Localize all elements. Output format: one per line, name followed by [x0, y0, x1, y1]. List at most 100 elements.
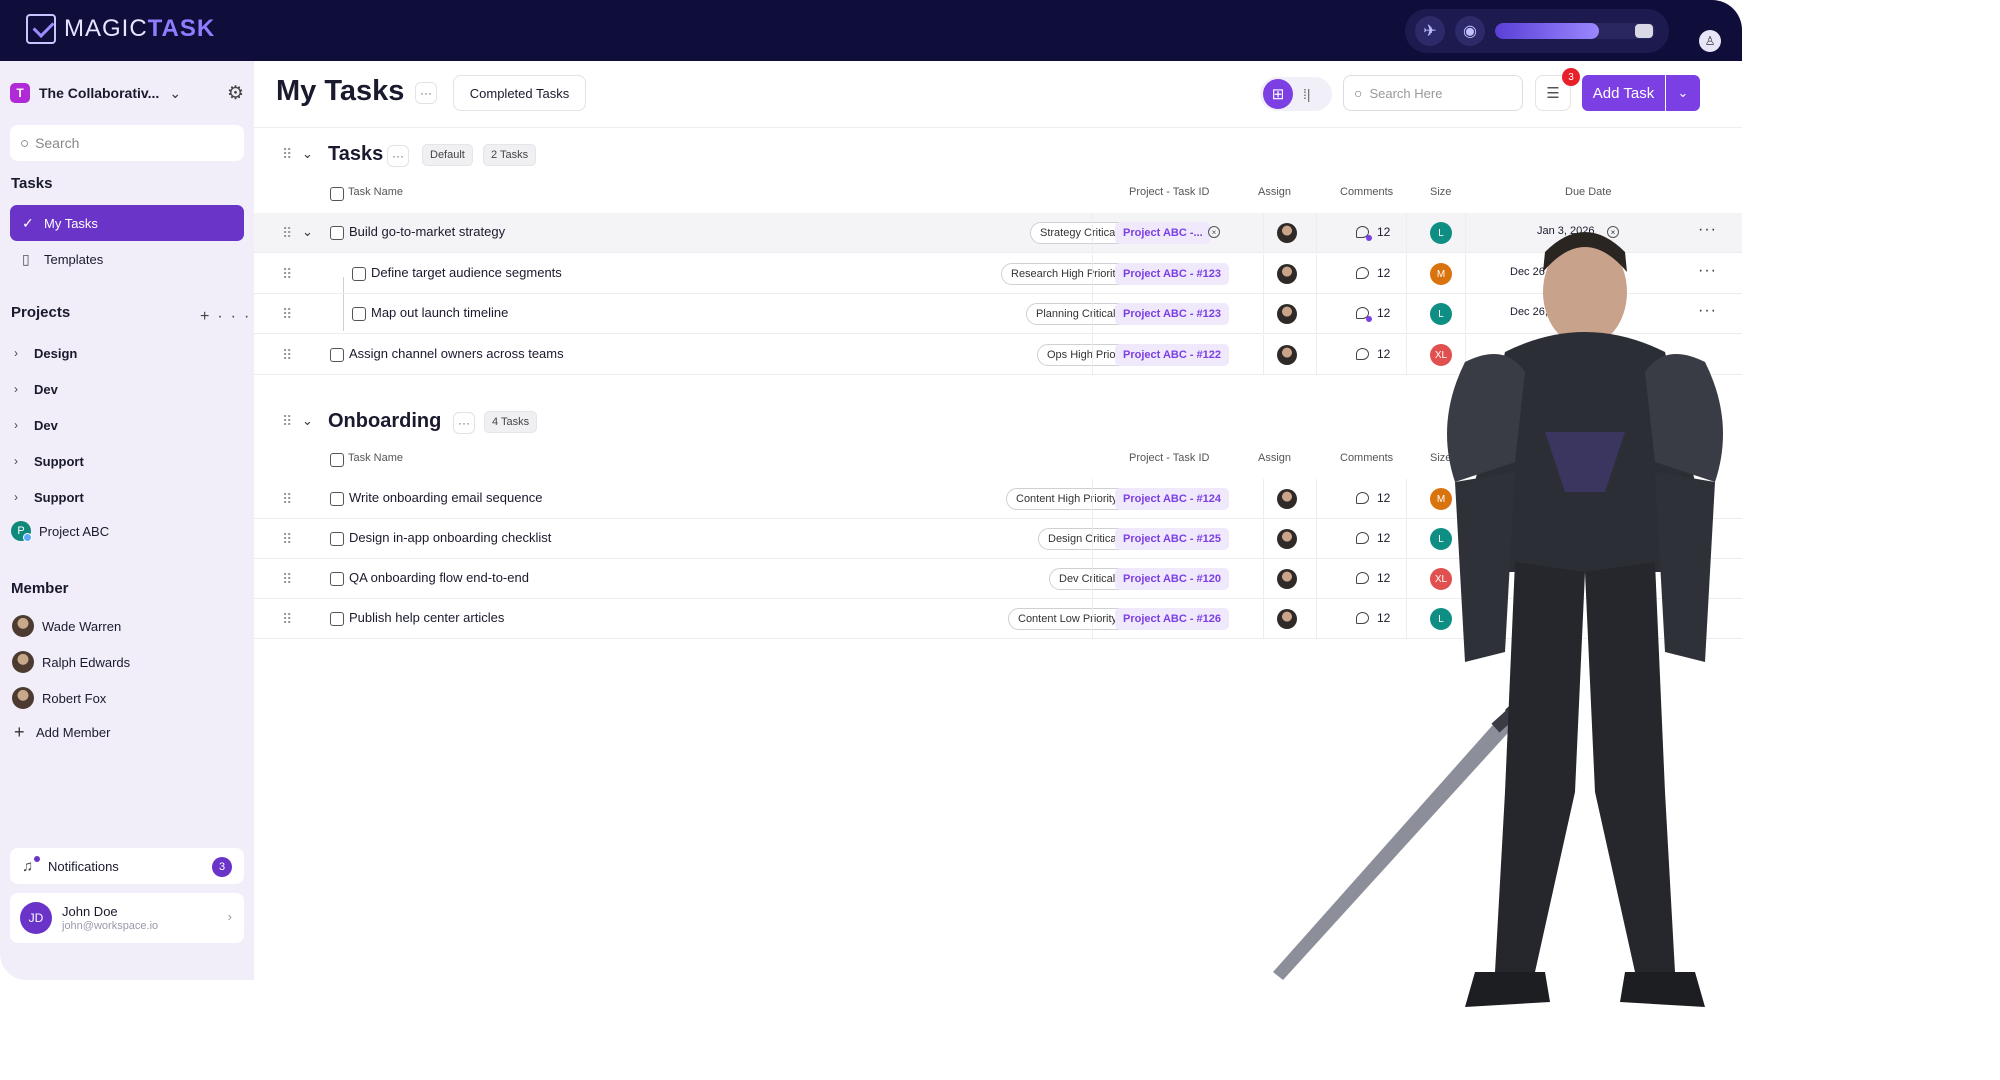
member-heading: Member — [11, 580, 69, 597]
notifications-button[interactable]: ♫ Notifications 3 — [10, 848, 244, 884]
workspace-switcher[interactable]: T The Collaborativ... ⌄ ⚙ — [10, 79, 244, 107]
col-project: Project - Task ID — [1129, 186, 1210, 198]
sidebar-item-project-abc[interactable]: P Project ABC — [11, 519, 109, 543]
project-id-pill[interactable]: Project ABC - #125 — [1115, 528, 1230, 550]
user-profile-card[interactable]: JD John Doe john@workspace.io › — [10, 893, 244, 943]
section-more-button[interactable]: ··· — [387, 145, 409, 167]
project-id-pill[interactable]: Project ABC - #123 — [1115, 303, 1230, 325]
armor-body — [1447, 232, 1723, 1007]
row-checkbox[interactable] — [352, 307, 366, 321]
col-comments: Comments — [1340, 186, 1394, 198]
select-all-checkbox[interactable] — [330, 187, 344, 201]
chevron-down-icon[interactable]: ⌄ — [302, 413, 313, 429]
column-divider — [1263, 213, 1264, 253]
column-divider — [1263, 559, 1264, 599]
top-bar: MAGICTASK ✈ ◉ ♙ — [0, 0, 1742, 61]
row-checkbox[interactable] — [330, 612, 344, 626]
board-view-icon[interactable]: ⁞| — [1303, 86, 1311, 102]
plus-icon[interactable]: + — [200, 308, 217, 325]
project-id-pill[interactable]: Project ABC - #124 — [1115, 488, 1230, 510]
drag-handle-icon[interactable]: ⠿ — [282, 348, 292, 362]
col-assign: Assign — [1258, 186, 1292, 198]
column-divider — [1092, 254, 1093, 294]
drag-handle-icon[interactable]: ⠿ — [282, 414, 292, 428]
project-id-pill[interactable]: Project ABC - #122 — [1115, 344, 1230, 366]
drag-handle-icon[interactable]: ⠿ — [282, 307, 292, 321]
drag-handle-icon[interactable]: ⠿ — [282, 226, 292, 240]
avatar — [12, 651, 34, 673]
remove-project-icon[interactable]: × — [1208, 226, 1220, 238]
more-icon[interactable]: ··· — [217, 308, 257, 325]
workspace-name: The Collaborativ... — [39, 85, 160, 101]
section-header-tasks: ⠿ ⌄ Tasks ··· Default 2 Tasks — [254, 138, 854, 168]
col-due-date: Due Date — [1565, 186, 1612, 198]
task-name[interactable]: Write onboarding email sequence — [349, 490, 542, 505]
select-all-checkbox[interactable] — [330, 453, 344, 467]
drag-handle-icon[interactable]: ⠿ — [282, 572, 292, 586]
profile-avatar-icon[interactable]: ♙ — [1699, 30, 1721, 52]
search-icon: ○ — [20, 134, 30, 152]
row-checkbox[interactable] — [352, 267, 366, 281]
sidebar-item-templates[interactable]: ▯ Templates — [10, 241, 244, 277]
sidebar-item-project[interactable]: › Support — [14, 449, 84, 473]
drag-handle-icon[interactable]: ⠿ — [282, 492, 292, 506]
column-divider — [1092, 599, 1093, 639]
title-more-button[interactable]: ··· — [415, 82, 437, 104]
task-name[interactable]: Publish help center articles — [349, 610, 504, 625]
chevron-down-icon[interactable]: ⌄ — [302, 224, 313, 240]
project-id-pill[interactable]: Project ABC - #126 — [1115, 608, 1230, 630]
app-logo[interactable]: MAGICTASK — [26, 14, 215, 44]
spaceship-icon: ✈ — [1415, 16, 1445, 46]
sidebar-search-input[interactable]: ○ Search — [10, 125, 244, 161]
drag-handle-icon[interactable]: ⠿ — [282, 267, 292, 281]
task-name[interactable]: Map out launch timeline — [371, 305, 508, 320]
add-member-button[interactable]: + Add Member — [14, 722, 110, 743]
user-name: John Doe — [62, 904, 118, 919]
view-toggle[interactable]: ⊞ ⁞| — [1260, 77, 1332, 111]
section-title: Onboarding — [328, 410, 442, 432]
drag-handle-icon[interactable]: ⠿ — [282, 532, 292, 546]
row-checkbox[interactable] — [330, 572, 344, 586]
task-search-input[interactable]: ○ Search Here — [1343, 75, 1523, 111]
member-item[interactable]: Ralph Edwards — [12, 649, 130, 675]
sidebar-item-project[interactable]: › Design — [14, 341, 77, 365]
add-task-button[interactable]: Add Task — [1582, 75, 1665, 111]
row-checkbox[interactable] — [330, 348, 344, 362]
member-item[interactable]: Wade Warren — [12, 613, 121, 639]
sidebar-item-project[interactable]: › Support — [14, 485, 84, 509]
chevron-right-icon: › — [14, 454, 18, 468]
chevron-right-icon: › — [14, 346, 18, 360]
member-item[interactable]: Robert Fox — [12, 685, 106, 711]
column-divider — [1263, 335, 1264, 375]
drag-handle-icon[interactable]: ⠿ — [282, 147, 292, 161]
column-divider — [1263, 599, 1264, 639]
task-name[interactable]: Assign channel owners across teams — [349, 346, 564, 361]
sidebar-item-project[interactable]: › Dev — [14, 377, 58, 401]
sidebar-item-my-tasks[interactable]: ✓ My Tasks — [10, 205, 244, 241]
sidebar-item-project[interactable]: › Dev — [14, 413, 58, 437]
completed-tasks-button[interactable]: Completed Tasks — [453, 75, 586, 111]
template-file-icon: ▯ — [22, 250, 30, 267]
project-id-pill[interactable]: Project ABC - #123 — [1115, 263, 1230, 285]
column-divider — [1092, 519, 1093, 559]
project-id-pill[interactable]: Project ABC -... — [1115, 222, 1211, 244]
gear-icon[interactable]: ⚙ — [227, 82, 244, 105]
row-checkbox[interactable] — [330, 492, 344, 506]
add-task-dropdown-button[interactable]: ⌄ — [1666, 75, 1700, 111]
helmet-icon: ◉ — [1455, 16, 1485, 46]
task-name[interactable]: QA onboarding flow end-to-end — [349, 570, 529, 585]
row-checkbox[interactable] — [330, 226, 344, 240]
top-status-widget[interactable]: ✈ ◉ — [1405, 9, 1669, 53]
col-task-name: Task Name — [348, 452, 404, 464]
drag-handle-icon[interactable]: ⠿ — [282, 612, 292, 626]
column-divider — [1092, 559, 1093, 599]
chevron-down-icon[interactable]: ⌄ — [302, 146, 313, 162]
project-id-pill[interactable]: Project ABC - #120 — [1115, 568, 1230, 590]
task-name[interactable]: Define target audience segments — [371, 265, 562, 280]
task-name[interactable]: Design in-app onboarding checklist — [349, 530, 551, 545]
plus-icon: + — [14, 722, 25, 742]
task-name[interactable]: Build go-to-market strategy — [349, 224, 505, 239]
section-more-button[interactable]: ··· — [453, 412, 475, 434]
row-checkbox[interactable] — [330, 532, 344, 546]
grid-view-icon[interactable]: ⊞ — [1263, 79, 1293, 109]
